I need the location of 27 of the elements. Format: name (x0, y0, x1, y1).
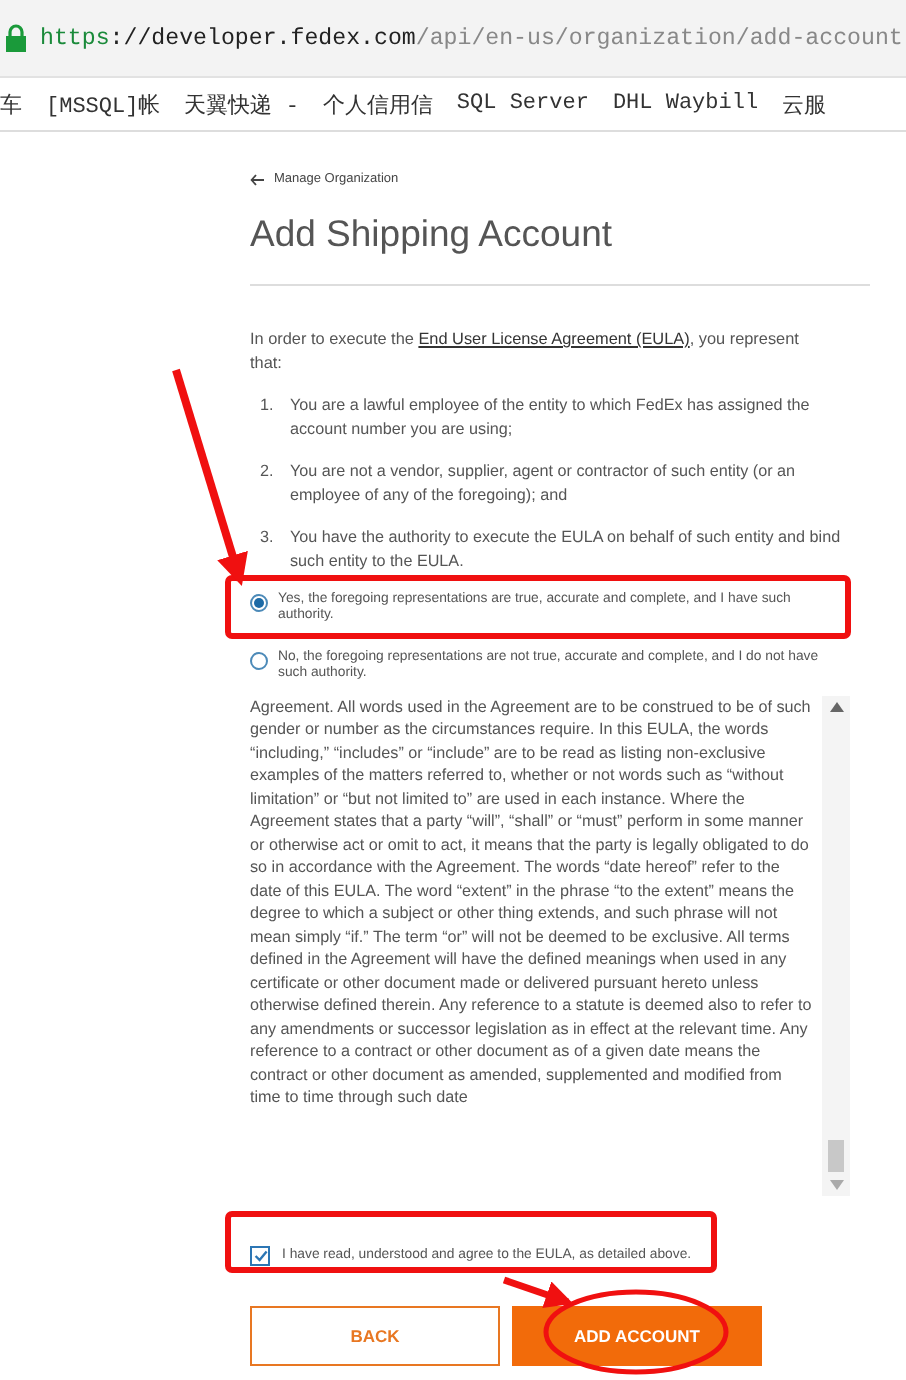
scroll-up-icon[interactable] (829, 701, 843, 712)
intro-text: In order to execute the End User License Agreement (EULA), you represent that: (250, 328, 801, 374)
eula-link[interactable]: End User License Agreement (EULA) (418, 330, 690, 348)
bookmark[interactable]: 云服 (782, 89, 827, 119)
bookmark[interactable]: 个人信用信 (322, 89, 433, 119)
back-arrow-icon (250, 173, 264, 185)
checkbox[interactable] (250, 1245, 270, 1266)
radio-button[interactable] (250, 594, 268, 612)
bookmark[interactable]: 天翼快递 - (184, 89, 299, 119)
scrollbar-thumb[interactable] (828, 1139, 844, 1172)
list-number: 3. (260, 526, 276, 550)
list-number: 2. (260, 460, 276, 484)
bookmark[interactable]: DHL Waybill (612, 92, 759, 116)
bookmark[interactable]: SQL Server (456, 92, 589, 116)
lock-icon (4, 24, 28, 52)
list-text: You have the authority to execute the EULA on behalf of such entity and bind such entity to the EULA. (290, 526, 843, 572)
page-title: Add Shipping Account (250, 212, 870, 286)
scrollbar[interactable] (822, 695, 850, 1196)
annotation-arrow (502, 1276, 574, 1308)
list-number: 1. (260, 394, 276, 418)
list-text: You are not a vendor, supplier, agent or contractor of such entity (or an employee of any of the foregoing); and (290, 460, 798, 506)
scroll-down-icon[interactable] (829, 1179, 843, 1190)
eula-text: Agreement. All words used in the Agreement are to be construed to be of such gender or number as the circumstances require. In this EULA, the words “including,” “includes” or “include” are to be read as listing non-exclusive examples of the matters referred to, whether or not words such as “without limitation” or “but not limited to” are used in each instance. Where the Agreement states that a party “will”, “shall” or “must” perform in some manner or otherwise act or omit to act, it means that the party is legally obligated to do so in accordance with the Agreement. The words “date hereof” refer to the date of this EULA. The word “extent” in the phrase “to the extent” means the degree to which a subject or other thing extends, and such phrase will not mean simply “if.” The term “or” will not be deemed to be exclusive. All terms defined in the Agreement will have the defined meanings when used in any certificate or other document made or delivered pursuant hereto unless otherwise defined therein. Any reference to a statute is deemed also to refer to any amendments or successor legislation as in effect at the relevant time. Any reference to a contract or other document as of a given date means the contract or other document as amended, supplemented and modified from time to time through such date (250, 695, 814, 1111)
bookmark[interactable]: 车 (0, 89, 22, 119)
list-text: You are a lawful employee of the entity to which FedEx has assigned the account number you are using; (290, 394, 812, 440)
radio-button[interactable] (250, 651, 268, 670)
bookmark[interactable]: [MSSQL]帐 (46, 89, 161, 119)
